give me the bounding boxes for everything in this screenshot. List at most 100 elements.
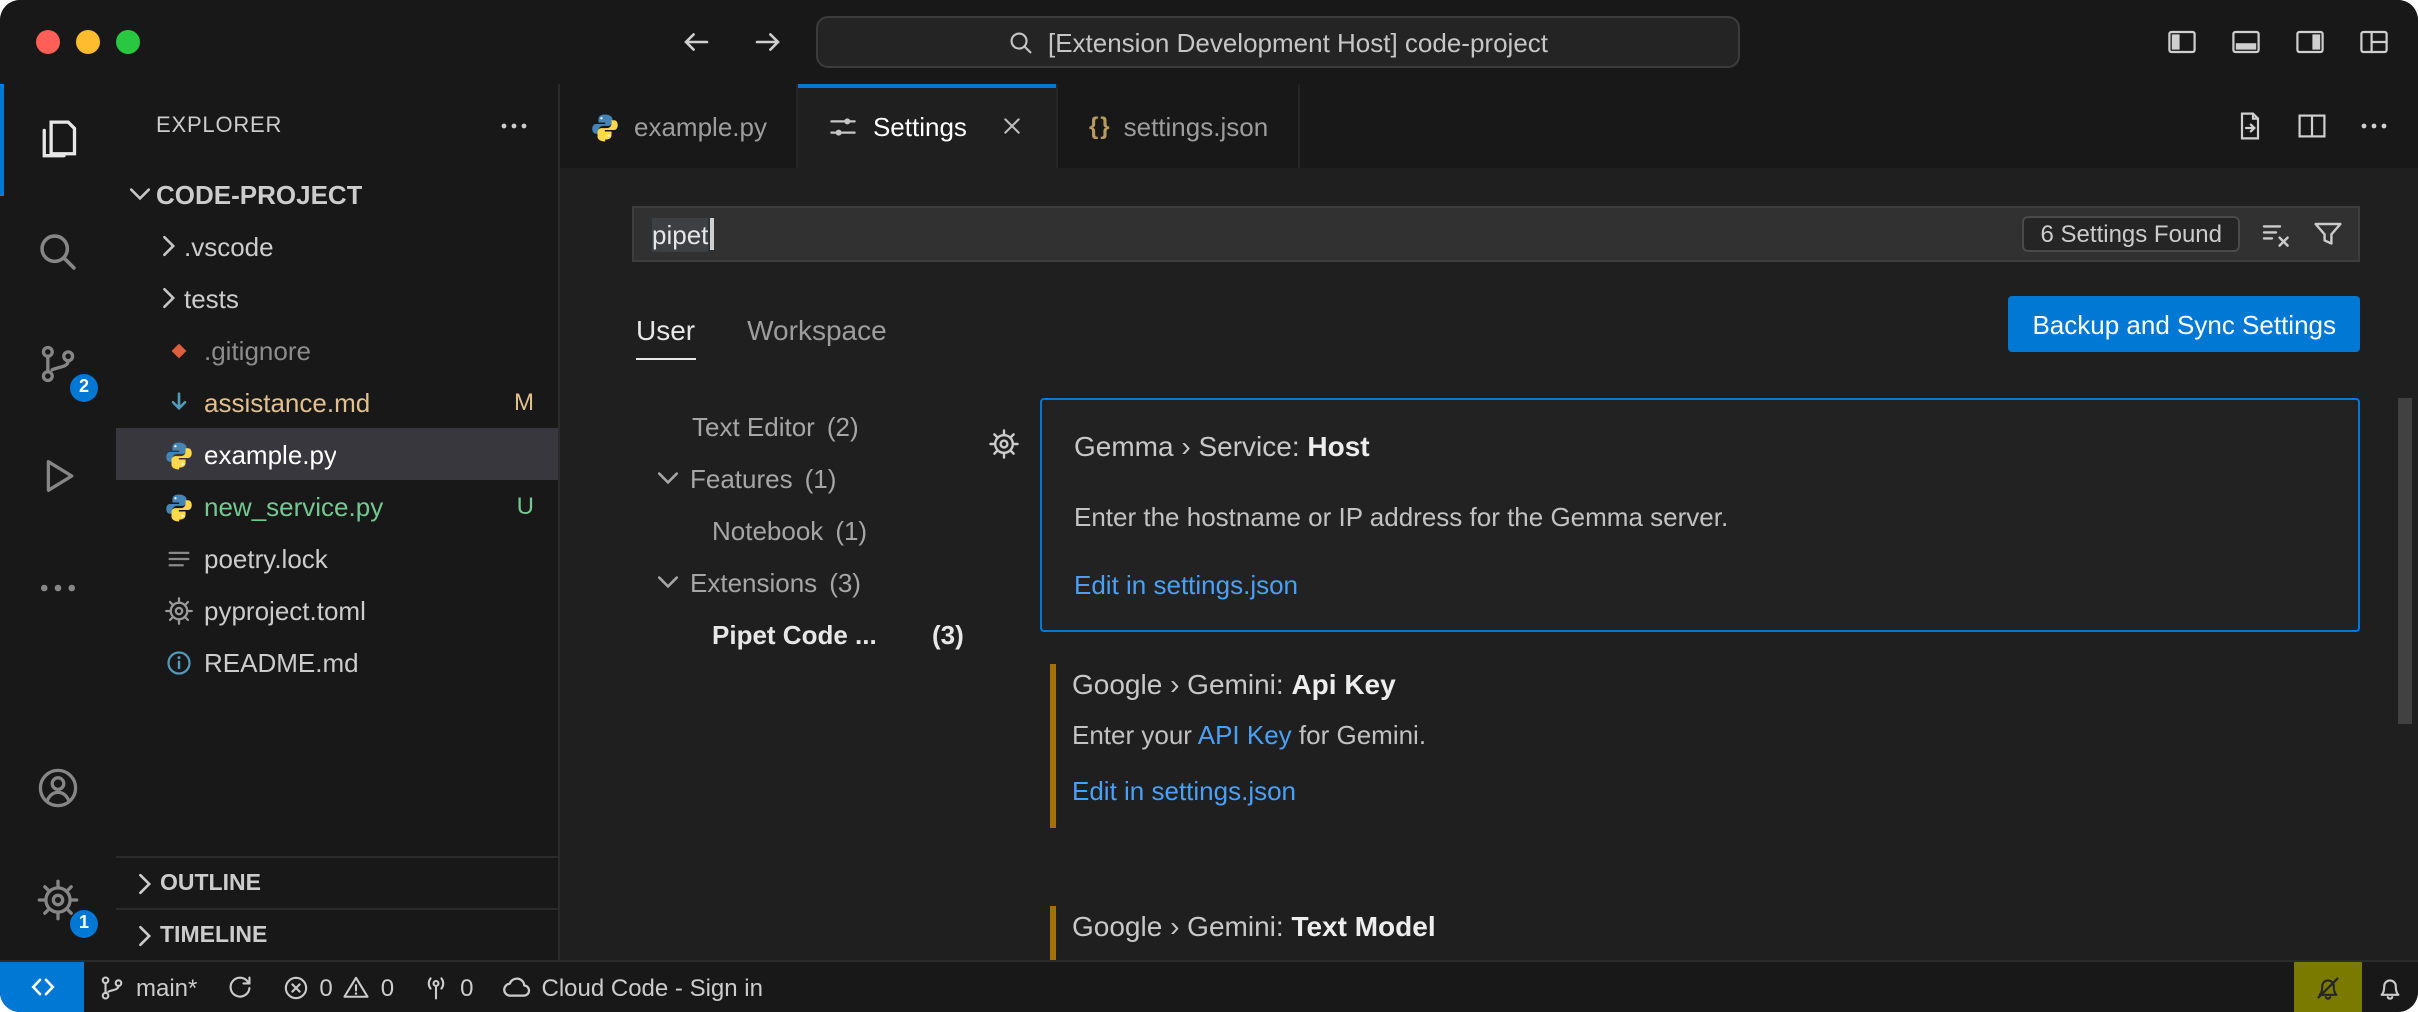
tab-label: Settings xyxy=(873,111,967,141)
tree-item-label: tests xyxy=(184,283,239,313)
modified-indicator xyxy=(1050,906,1055,960)
tab-example-py[interactable]: example.py xyxy=(560,84,799,168)
editor-group: example.py Settings { } settings.json xyxy=(560,84,2418,960)
toggle-secondary-sidebar-icon[interactable] xyxy=(2294,26,2326,58)
explorer-title: EXPLORER xyxy=(156,114,282,138)
setting-description: Enter your API Key for Gemini. xyxy=(1072,720,2328,750)
scope-tab-user[interactable]: User xyxy=(636,314,695,346)
toc-count: (3) xyxy=(829,567,861,597)
sync-icon xyxy=(225,973,253,1001)
customize-layout-icon[interactable] xyxy=(2358,26,2390,58)
settings-search-input[interactable]: pipet 6 Settings Found xyxy=(632,206,2360,262)
more-actions-icon[interactable] xyxy=(2358,110,2390,142)
toc-pipet-code[interactable]: Pipet Code ... (3) xyxy=(560,608,990,660)
warning-count: 0 xyxy=(381,973,394,1001)
tree-item-gitignore[interactable]: .gitignore xyxy=(116,324,558,376)
clear-search-results-icon[interactable] xyxy=(2260,218,2292,250)
do-not-disturb-status-item[interactable] xyxy=(2294,962,2362,1012)
toc-label: Notebook xyxy=(712,515,823,545)
tree-item-pyproject-toml[interactable]: pyproject.toml xyxy=(116,584,558,636)
notifications-status-item[interactable] xyxy=(2362,962,2418,1012)
zoom-window-button[interactable] xyxy=(116,30,140,54)
backup-sync-button[interactable]: Backup and Sync Settings xyxy=(2008,296,2360,352)
workbench: 2 1 EXPLORER C xyxy=(0,84,2418,960)
close-window-button[interactable] xyxy=(36,30,60,54)
activity-search[interactable] xyxy=(0,196,116,308)
branch-status-item[interactable]: main* xyxy=(84,962,211,1012)
tree-item-vscode[interactable]: .vscode xyxy=(116,220,558,272)
setting-row-google-gemini-api-key[interactable]: Google › Gemini: Api Key Enter your API … xyxy=(1040,660,2360,832)
problems-status-item[interactable]: 0 0 xyxy=(267,962,408,1012)
activity-bar: 2 1 xyxy=(0,84,116,960)
toc-text-editor[interactable]: Text Editor (2) xyxy=(560,400,990,452)
explorer-more-actions-icon[interactable] xyxy=(498,110,530,142)
ports-status-item[interactable]: 0 xyxy=(408,962,487,1012)
cloud-code-status-item[interactable]: Cloud Code - Sign in xyxy=(488,962,777,1012)
tab-settings-json[interactable]: { } settings.json xyxy=(1059,84,1300,168)
description-text: Enter your xyxy=(1072,720,1198,750)
broadcast-icon xyxy=(422,973,450,1001)
run-debug-icon xyxy=(36,454,80,498)
activity-explorer[interactable] xyxy=(0,84,116,196)
toc-count: (1) xyxy=(805,463,837,493)
warning-icon xyxy=(343,973,371,1001)
outline-section-header[interactable]: OUTLINE xyxy=(116,856,558,908)
tree-item-poetry-lock[interactable]: poetry.lock xyxy=(116,532,558,584)
status-bar-right xyxy=(2294,962,2418,1012)
toc-extensions[interactable]: Extensions (3) xyxy=(560,556,990,608)
explorer-header: EXPLORER xyxy=(116,84,558,168)
filter-icon[interactable] xyxy=(2312,218,2344,250)
setting-row-gemma-service-host[interactable]: Gemma › Service: Host Enter the hostname… xyxy=(1040,398,2360,632)
activity-bar-spacer xyxy=(0,644,116,732)
tree-item-label: CODE-PROJECT xyxy=(156,179,363,209)
settings-sliders-icon xyxy=(829,111,859,141)
tree-item-code-project[interactable]: CODE-PROJECT xyxy=(116,168,558,220)
setting-row-google-gemini-text-model[interactable]: Google › Gemini: Text Model xyxy=(1040,902,2360,960)
command-center[interactable]: [Extension Development Host] code-projec… xyxy=(816,16,1740,68)
activity-more-views[interactable] xyxy=(0,532,116,644)
activity-settings[interactable]: 1 xyxy=(0,844,116,956)
settings-editor: pipet 6 Settings Found User Workspace Ba… xyxy=(560,168,2418,960)
chevron-right-icon xyxy=(128,867,160,899)
chevron-down-icon xyxy=(652,566,684,598)
setting-category: Google › Gemini: xyxy=(1072,910,1291,942)
edit-in-settings-json-link[interactable]: Edit in settings.json xyxy=(1074,570,1298,600)
text-caret xyxy=(710,218,713,250)
activity-run-debug[interactable] xyxy=(0,420,116,532)
activity-accounts[interactable] xyxy=(0,732,116,844)
branch-name: main* xyxy=(136,973,197,1001)
toc-notebook[interactable]: Notebook (1) xyxy=(560,504,990,556)
git-untracked-badge: U xyxy=(517,492,534,520)
tab-settings[interactable]: Settings xyxy=(799,84,1059,168)
sync-status-item[interactable] xyxy=(211,962,267,1012)
timeline-section-header[interactable]: TIMELINE xyxy=(116,908,558,960)
bell-slash-icon xyxy=(2314,973,2342,1001)
setting-title: Gemma › Service: Host xyxy=(1074,430,2326,462)
remote-icon xyxy=(27,972,57,1002)
back-arrow-icon[interactable] xyxy=(680,26,712,58)
forward-arrow-icon[interactable] xyxy=(752,26,784,58)
edit-in-settings-json-link[interactable]: Edit in settings.json xyxy=(1072,776,1296,806)
api-key-link[interactable]: API Key xyxy=(1198,720,1292,750)
toc-features[interactable]: Features (1) xyxy=(560,452,990,504)
tree-item-label: .gitignore xyxy=(204,335,311,365)
cloud-code-label: Cloud Code - Sign in xyxy=(542,973,763,1001)
tree-item-tests[interactable]: tests xyxy=(116,272,558,324)
tree-item-new-service-py[interactable]: new_service.py U xyxy=(116,480,558,532)
scrollbar[interactable] xyxy=(2398,398,2412,724)
timeline-label: TIMELINE xyxy=(160,923,267,947)
tree-item-assistance-md[interactable]: assistance.md M xyxy=(116,376,558,428)
tree-item-readme-md[interactable]: README.md xyxy=(116,636,558,688)
scope-tab-workspace[interactable]: Workspace xyxy=(747,314,887,346)
split-editor-icon[interactable] xyxy=(2296,110,2328,142)
toggle-primary-sidebar-icon[interactable] xyxy=(2166,26,2198,58)
setting-gear-icon[interactable] xyxy=(988,428,1020,460)
explorer-sidebar: EXPLORER CODE-PROJECT .vscode tests .git… xyxy=(116,84,560,960)
activity-source-control[interactable]: 2 xyxy=(0,308,116,420)
minimize-window-button[interactable] xyxy=(76,30,100,54)
remote-indicator[interactable] xyxy=(0,962,84,1012)
tree-item-example-py[interactable]: example.py xyxy=(116,428,558,480)
open-settings-json-icon[interactable] xyxy=(2234,110,2266,142)
toggle-panel-icon[interactable] xyxy=(2230,26,2262,58)
close-icon[interactable] xyxy=(999,112,1027,140)
